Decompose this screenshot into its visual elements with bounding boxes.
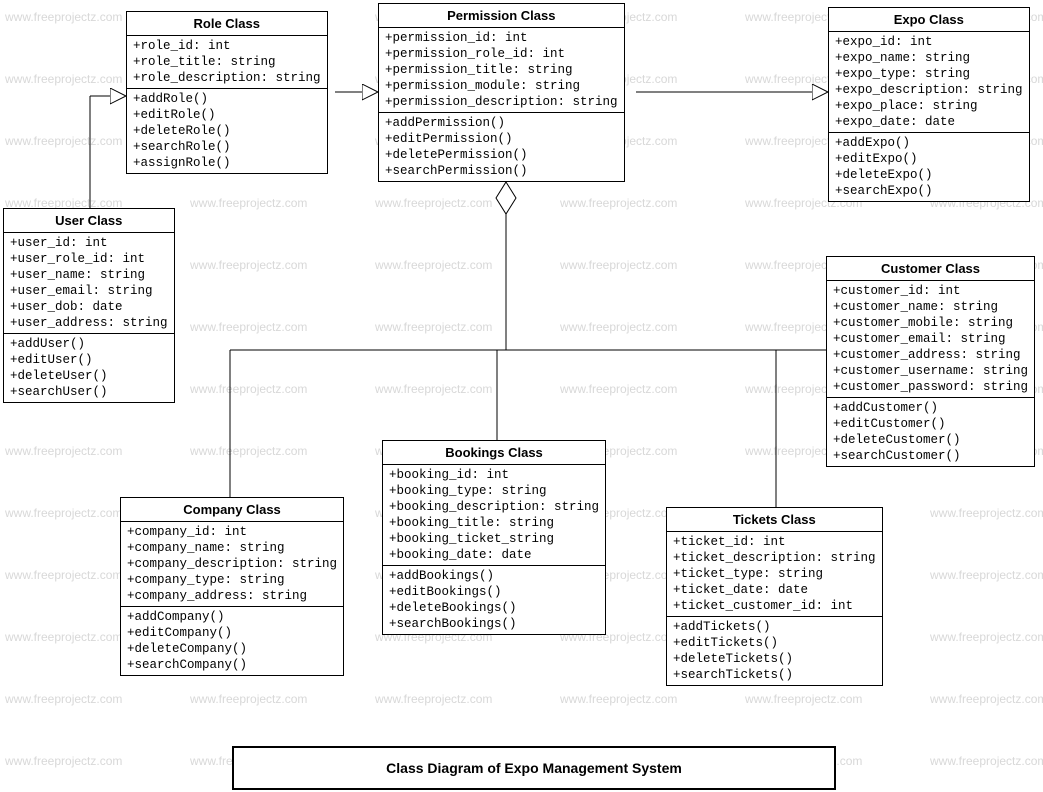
watermark-text: www.freeprojectz.com: [5, 506, 122, 520]
class-role: Role Class +role_id: int +role_title: st…: [126, 11, 328, 174]
watermark-text: www.freeprojectz.com: [930, 568, 1043, 582]
class-permission: Permission Class +permission_id: int +pe…: [378, 3, 625, 182]
watermark-text: www.freeprojectz.com: [375, 692, 492, 706]
attributes: +role_id: int +role_title: string +role_…: [127, 36, 327, 89]
attributes: +permission_id: int +permission_role_id:…: [379, 28, 624, 113]
watermark-text: www.freeprojectz.com: [5, 692, 122, 706]
watermark-text: www.freeprojectz.com: [560, 320, 677, 334]
watermark-text: www.freeprojectz.com: [5, 10, 122, 24]
attributes: +expo_id: int +expo_name: string +expo_t…: [829, 32, 1029, 133]
watermark-text: www.freeprojectz.com: [375, 258, 492, 272]
watermark-text: www.freeprojectz.com: [375, 382, 492, 396]
class-title: Tickets Class: [667, 508, 882, 532]
attributes: +ticket_id: int +ticket_description: str…: [667, 532, 882, 617]
class-customer: Customer Class +customer_id: int +custom…: [826, 256, 1035, 467]
class-title: Customer Class: [827, 257, 1034, 281]
watermark-text: www.freeprojectz.com: [930, 630, 1043, 644]
operations: +addTickets() +editTickets() +deleteTick…: [667, 617, 882, 685]
watermark-text: www.freeprojectz.com: [5, 754, 122, 768]
class-user: User Class +user_id: int +user_role_id: …: [3, 208, 175, 403]
class-title: Role Class: [127, 12, 327, 36]
operations: +addRole() +editRole() +deleteRole() +se…: [127, 89, 327, 173]
class-expo: Expo Class +expo_id: int +expo_name: str…: [828, 7, 1030, 202]
class-title: Bookings Class: [383, 441, 605, 465]
watermark-text: www.freeprojectz.com: [190, 382, 307, 396]
watermark-text: www.freeprojectz.com: [930, 692, 1043, 706]
watermark-text: www.freeprojectz.com: [375, 320, 492, 334]
watermark-text: www.freeprojectz.com: [5, 630, 122, 644]
class-tickets: Tickets Class +ticket_id: int +ticket_de…: [666, 507, 883, 686]
operations: +addCompany() +editCompany() +deleteComp…: [121, 607, 343, 675]
watermark-text: www.freeprojectz.com: [5, 568, 122, 582]
watermark-text: www.freeprojectz.com: [190, 320, 307, 334]
watermark-text: www.freeprojectz.com: [930, 754, 1043, 768]
operations: +addBookings() +editBookings() +deleteBo…: [383, 566, 605, 634]
class-title: Company Class: [121, 498, 343, 522]
watermark-text: www.freeprojectz.com: [560, 196, 677, 210]
class-bookings: Bookings Class +booking_id: int +booking…: [382, 440, 606, 635]
watermark-text: www.freeprojectz.com: [5, 444, 122, 458]
watermark-text: www.freeprojectz.com: [190, 692, 307, 706]
attributes: +customer_id: int +customer_name: string…: [827, 281, 1034, 398]
attributes: +user_id: int +user_role_id: int +user_n…: [4, 233, 174, 334]
operations: +addExpo() +editExpo() +deleteExpo() +se…: [829, 133, 1029, 201]
watermark-text: www.freeprojectz.com: [560, 258, 677, 272]
attributes: +company_id: int +company_name: string +…: [121, 522, 343, 607]
watermark-text: www.freeprojectz.com: [5, 134, 122, 148]
operations: +addCustomer() +editCustomer() +deleteCu…: [827, 398, 1034, 466]
watermark-text: www.freeprojectz.com: [375, 196, 492, 210]
class-title: Permission Class: [379, 4, 624, 28]
watermark-text: www.freeprojectz.com: [190, 258, 307, 272]
watermark-text: www.freeprojectz.com: [5, 72, 122, 86]
attributes: +booking_id: int +booking_type: string +…: [383, 465, 605, 566]
watermark-text: www.freeprojectz.com: [190, 196, 307, 210]
watermark-text: www.freeprojectz.com: [190, 444, 307, 458]
watermark-text: www.freeprojectz.com: [560, 692, 677, 706]
class-title: Expo Class: [829, 8, 1029, 32]
watermark-text: www.freeprojectz.com: [745, 692, 862, 706]
operations: +addPermission() +editPermission() +dele…: [379, 113, 624, 181]
class-title: User Class: [4, 209, 174, 233]
watermark-text: www.freeprojectz.com: [930, 506, 1043, 520]
class-company: Company Class +company_id: int +company_…: [120, 497, 344, 676]
diagram-caption: Class Diagram of Expo Management System: [232, 746, 836, 790]
operations: +addUser() +editUser() +deleteUser() +se…: [4, 334, 174, 402]
watermark-text: www.freeprojectz.com: [560, 382, 677, 396]
diagram-canvas: document.write((function(){ const t=JSON…: [0, 0, 1043, 792]
